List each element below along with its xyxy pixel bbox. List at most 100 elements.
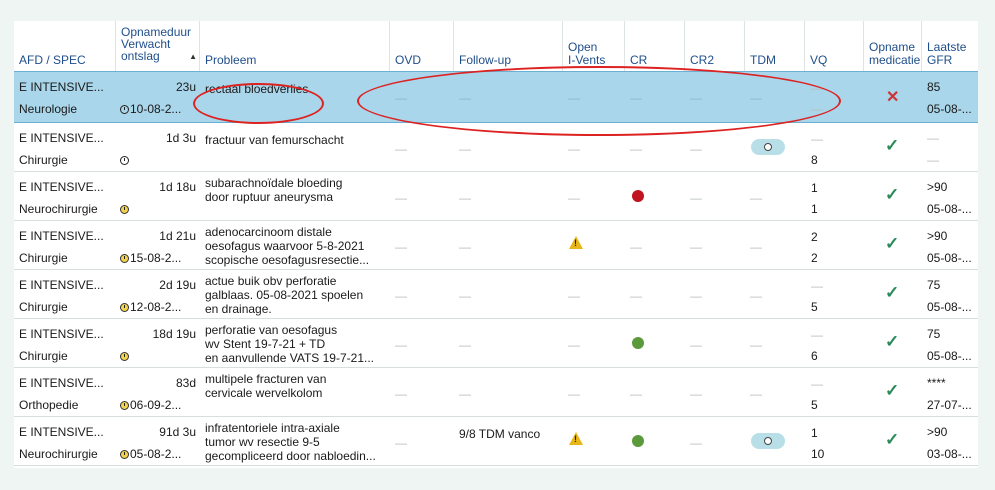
vq-value-2: 5 [811, 398, 818, 412]
clock-icon [120, 156, 129, 166]
vq-value-1: 1 [811, 426, 818, 440]
vq-value-2: 1 [811, 202, 818, 216]
checkmark-icon: ✓ [885, 185, 900, 204]
cr-status-dot[interactable] [632, 190, 644, 202]
empty-cell-dash: — [395, 289, 407, 303]
empty-cell-dash: — [690, 338, 702, 352]
probleem-cell: infratentoriele intra-axiale tumor wv res… [205, 421, 376, 463]
empty-cell-dash: — [395, 436, 407, 450]
empty-cell-dash: — [459, 191, 471, 205]
afd-cell: E INTENSIVE... [19, 180, 104, 194]
vq-value-1: 2 [811, 230, 818, 244]
vq-value-2: 10 [811, 447, 825, 461]
vq-value-1: — [811, 377, 823, 391]
empty-cell-dash: — [568, 191, 580, 205]
col-header-cr2[interactable]: CR2 [685, 21, 745, 71]
vq-value-2: 6 [811, 349, 818, 363]
gfr-date: 05-08-... [927, 202, 972, 216]
col-header-laatste-gfr[interactable]: Laatste GFR [922, 21, 978, 71]
gfr-date: 05-08-... [927, 300, 972, 314]
table-row[interactable]: E INTENSIVE... Chirurgie 2d 19u 12-08-2... a… [14, 270, 978, 319]
red-annotation-ellipse [193, 83, 324, 124]
table-row[interactable]: E INTENSIVE... Neurochirurgie 1d 18u subara… [14, 172, 978, 221]
gfr-date: 05-08-... [927, 251, 972, 265]
empty-cell-dash: — [690, 436, 702, 450]
empty-cell-dash: — [395, 240, 407, 254]
clock-icon [120, 254, 129, 264]
ontslag-cell [120, 349, 200, 363]
col-header-opnameduur[interactable]: Opnameduur Verwacht ontslag ▲ [116, 21, 200, 71]
table-row[interactable]: E INTENSIVE... Orthopedie 83d 06-09-2... mul… [14, 368, 978, 417]
probleem-cell: multipele fracturen van cervicale wervelk… [205, 372, 327, 400]
spec-cell: Neurochirurgie [19, 447, 98, 461]
col-header-tdm[interactable]: TDM [745, 21, 805, 71]
table-row[interactable]: E INTENSIVE... Chirurgie 1d 21u 15-08-2... a… [14, 221, 978, 270]
sort-ascending-icon[interactable]: ▲ [189, 50, 197, 63]
vq-value-2: 8 [811, 153, 818, 167]
col-header-vq[interactable]: VQ [805, 21, 864, 71]
gfr-value: >90 [927, 229, 948, 243]
probleem-cell: fractuur van femurschacht [205, 133, 344, 147]
empty-cell-dash: — [750, 387, 762, 401]
empty-cell-dash: — [630, 142, 642, 156]
tdm-pill-icon[interactable] [751, 139, 785, 155]
table-row[interactable]: E INTENSIVE... Neurochirurgie 91d 3u 05-08-… [14, 417, 978, 466]
clock-icon [120, 401, 129, 411]
opnameduur-cell: 1d 18u [159, 180, 196, 194]
empty-cell-dash: — [750, 289, 762, 303]
tdm-pill-icon[interactable] [751, 433, 785, 449]
warning-icon[interactable] [569, 432, 583, 445]
spec-cell: Chirurgie [19, 251, 68, 265]
gfr-date: 05-08-... [927, 349, 972, 363]
empty-cell-dash: — [750, 191, 762, 205]
empty-cell-dash: — [750, 338, 762, 352]
afd-cell: E INTENSIVE... [19, 229, 104, 243]
opnameduur-cell: 83d [175, 376, 196, 390]
vq-value-2: 2 [811, 251, 818, 265]
opnameduur-cell: 91d 3u [159, 425, 196, 439]
spec-cell: Orthopedie [19, 398, 79, 412]
ontslag-cell: 12-08-2... [120, 300, 200, 314]
empty-cell-dash: — [690, 289, 702, 303]
warning-icon[interactable] [569, 236, 583, 249]
empty-cell-dash: — [395, 387, 407, 401]
afd-cell: E INTENSIVE... [19, 131, 104, 145]
ontslag-cell: 06-09-2... [120, 398, 200, 412]
col-header-followup[interactable]: Follow-up [454, 21, 563, 71]
clock-icon [120, 303, 129, 313]
table-header: AFD / SPEC Opnameduur Verwacht ontslag ▲ P… [14, 21, 978, 72]
checkmark-icon: ✓ [885, 283, 900, 302]
opnameduur-cell: 23u [175, 80, 196, 94]
col-header-afd-spec[interactable]: AFD / SPEC [14, 21, 116, 71]
cr-status-dot[interactable] [632, 337, 644, 349]
empty-cell-dash: — [630, 387, 642, 401]
probleem-cell: subarachnoïdale bloeding door ruptuur ane… [205, 176, 343, 204]
col-header-probleem[interactable]: Probleem [200, 21, 390, 71]
opnameduur-cell: 2d 19u [159, 278, 196, 292]
afd-cell: E INTENSIVE... [19, 425, 104, 439]
empty-cell-dash: — [395, 191, 407, 205]
col-header-ovd[interactable]: OVD [390, 21, 454, 71]
clock-icon [120, 450, 129, 460]
ontslag-cell: 15-08-2... [120, 251, 200, 265]
afd-cell: E INTENSIVE... [19, 80, 104, 94]
empty-cell-dash: — [395, 142, 407, 156]
empty-cell-dash: — [630, 289, 642, 303]
empty-cell-dash: — [750, 240, 762, 254]
empty-cell-dash: — [568, 142, 580, 156]
empty-cell-dash: — [459, 387, 471, 401]
opnameduur-cell: 1d 3u [165, 131, 196, 145]
empty-cell-dash: — [459, 338, 471, 352]
afd-cell: E INTENSIVE... [19, 376, 104, 390]
empty-cell-dash: — [568, 338, 580, 352]
checkmark-icon: ✓ [885, 332, 900, 351]
col-header-opname-medicatie[interactable]: Opname medicatie [864, 21, 922, 71]
ontslag-cell: 10-08-2... [120, 102, 200, 116]
table-row[interactable]: E INTENSIVE... Chirurgie 18d 19u perforatie… [14, 319, 978, 368]
gfr-value: — [927, 131, 939, 145]
cr-status-dot[interactable] [632, 435, 644, 447]
checkmark-icon: ✓ [885, 381, 900, 400]
spec-cell: Chirurgie [19, 349, 68, 363]
col-header-cr[interactable]: CR [625, 21, 685, 71]
col-header-open-ivents[interactable]: Open I-Vents [563, 21, 625, 71]
